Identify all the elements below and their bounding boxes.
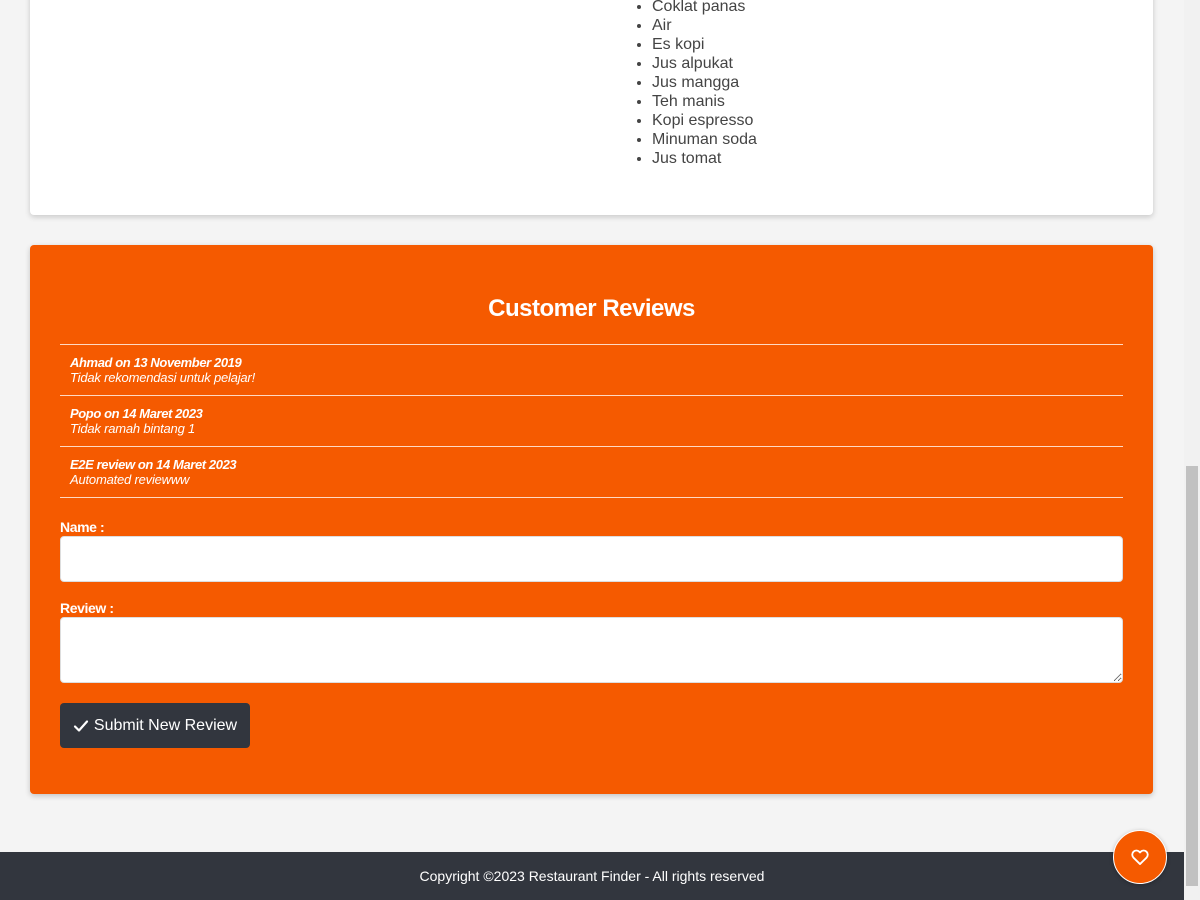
reviews-list: Ahmad on 13 November 2019 Tidak rekomend… (60, 344, 1123, 498)
reviews-title: Customer Reviews (488, 295, 695, 322)
list-item: Jus tomat (652, 149, 757, 168)
scrollbar-thumb[interactable] (1186, 466, 1198, 886)
review-textarea[interactable] (60, 617, 1123, 683)
review-item: E2E review on 14 Maret 2023 Automated re… (60, 447, 1123, 498)
review-text: Tidak rekomendasi untuk pelajar! (70, 370, 255, 385)
name-input[interactable] (60, 536, 1123, 582)
page: Coklat panas Air Es kopi Jus alpukat Jus… (0, 0, 1184, 900)
review-author-date: Ahmad on 13 November 2019 (70, 355, 242, 370)
list-item: Kopi espresso (652, 111, 757, 130)
favorite-button[interactable] (1113, 830, 1167, 884)
review-item: Ahmad on 13 November 2019 Tidak rekomend… (60, 345, 1123, 396)
list-item: Coklat panas (652, 0, 757, 16)
review-text: Tidak ramah bintang 1 (70, 421, 196, 436)
review-label: Review : (60, 600, 114, 616)
review-text: Automated reviewww (70, 472, 190, 487)
check-icon (73, 718, 89, 734)
footer: Copyright ©2023 Restaurant Finder - All … (0, 852, 1184, 900)
list-item: Jus alpukat (652, 54, 757, 73)
heart-icon (1130, 847, 1150, 867)
review-author-date: E2E review on 14 Maret 2023 (70, 457, 237, 472)
list-item: Jus mangga (652, 73, 757, 92)
submit-review-button[interactable]: Submit New Review (60, 703, 250, 748)
list-item: Teh manis (652, 92, 757, 111)
name-label: Name : (60, 519, 105, 535)
copyright-text: Copyright ©2023 Restaurant Finder - All … (419, 868, 765, 884)
list-item: Es kopi (652, 35, 757, 54)
list-item: Air (652, 16, 757, 35)
list-item: Minuman soda (652, 130, 757, 149)
submit-button-label: Submit New Review (93, 716, 238, 734)
menu-card: Coklat panas Air Es kopi Jus alpukat Jus… (30, 0, 1153, 215)
reviews-card: Customer Reviews Ahmad on 13 November 20… (30, 245, 1153, 794)
review-author-date: Popo on 14 Maret 2023 (70, 406, 203, 421)
review-item: Popo on 14 Maret 2023 Tidak ramah bintan… (60, 396, 1123, 447)
drinks-list: Coklat panas Air Es kopi Jus alpukat Jus… (622, 0, 757, 168)
